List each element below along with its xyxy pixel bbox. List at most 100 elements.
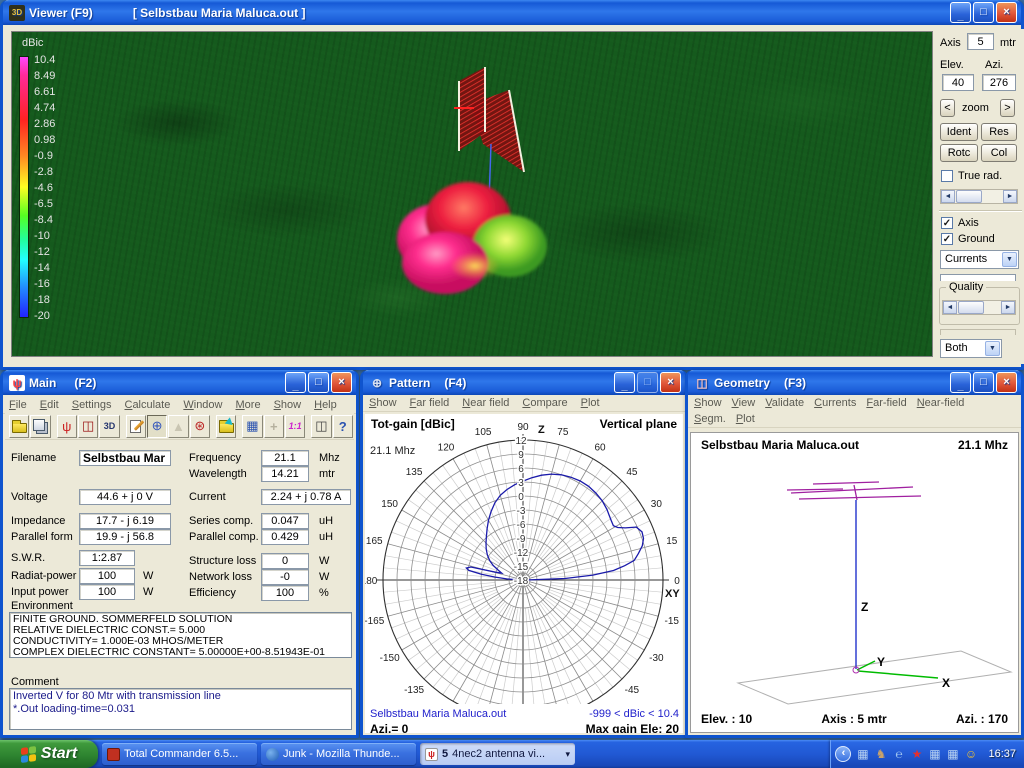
- tray-network-c-icon[interactable]: ▦: [945, 747, 960, 762]
- parallel-comp-field[interactable]: 0.429: [261, 529, 309, 545]
- start-button[interactable]: Start: [0, 740, 98, 768]
- menu-item-near-field[interactable]: Near field: [462, 397, 509, 409]
- pattern-window-button[interactable]: ⊕: [146, 414, 168, 438]
- viewer-3d-button[interactable]: 3D: [99, 414, 120, 438]
- radiat-power-field[interactable]: 100: [79, 568, 135, 584]
- zoom-out-button[interactable]: <: [940, 99, 955, 117]
- menu-item-plot[interactable]: Plot: [581, 397, 600, 409]
- task-4nec2[interactable]: ψ 5 4nec2 antenna vi... ▾: [420, 743, 575, 765]
- menu-item-validate[interactable]: Validate: [765, 397, 804, 409]
- close-button[interactable]: ×: [996, 372, 1017, 393]
- tray-browser-icon[interactable]: ℮: [891, 747, 906, 762]
- close-button[interactable]: ×: [660, 372, 681, 393]
- scroll-right-icon[interactable]: ►: [1003, 190, 1017, 203]
- generate-run-button[interactable]: [215, 414, 237, 438]
- maximize-button[interactable]: □: [973, 372, 994, 393]
- efficiency-field[interactable]: 100: [261, 585, 309, 601]
- elev-input[interactable]: [942, 74, 974, 91]
- scroll-thumb[interactable]: [958, 301, 984, 314]
- minimize-button[interactable]: _: [950, 372, 971, 393]
- menu-item-edit[interactable]: Edit: [40, 399, 59, 411]
- minimize-button[interactable]: _: [285, 372, 306, 393]
- maximize-button[interactable]: □: [973, 2, 994, 23]
- menu-item-near-field[interactable]: Near-field: [917, 397, 965, 409]
- wavelength-field[interactable]: 14.21: [261, 466, 309, 482]
- manual-book-button[interactable]: ◫: [311, 414, 332, 438]
- menu-item-show[interactable]: Show: [274, 399, 302, 411]
- menu-item-plot[interactable]: Plot: [736, 413, 755, 425]
- scale-1-1-button[interactable]: 1:1: [284, 414, 306, 438]
- chevron-down-icon[interactable]: ▾: [565, 749, 570, 760]
- true-rad-checkbox[interactable]: [941, 170, 953, 182]
- close-button[interactable]: ×: [331, 372, 352, 393]
- help-button[interactable]: ?: [332, 414, 353, 438]
- voltage-field[interactable]: 44.6 + j 0 V: [79, 489, 171, 505]
- calculator-button[interactable]: ▦: [242, 414, 263, 438]
- input-power-field[interactable]: 100: [79, 584, 135, 600]
- minimize-button[interactable]: _: [950, 2, 971, 23]
- far-field-button[interactable]: ▲: [168, 414, 189, 438]
- main-titlebar[interactable]: ψ Main (F2) _ □ ×: [3, 370, 356, 395]
- chevron-down-icon[interactable]: ▼: [1002, 252, 1017, 267]
- save-file-button[interactable]: [30, 414, 51, 438]
- menu-item-show[interactable]: Show: [369, 397, 397, 409]
- clipped-dropdown[interactable]: [940, 274, 1016, 281]
- tray-status-icon[interactable]: ☺: [963, 747, 978, 762]
- tray-network-b-icon[interactable]: ▦: [927, 747, 942, 762]
- s-w-r-field[interactable]: 1:2.87: [79, 550, 135, 566]
- task-thunderbird[interactable]: Junk - Mozilla Thunde...: [261, 743, 416, 765]
- tray-antivirus-icon[interactable]: ★: [909, 747, 924, 762]
- show-ground-checkbox[interactable]: ✓: [941, 233, 953, 245]
- filename-field[interactable]: Selbstbau Mar: [79, 450, 171, 466]
- res-button[interactable]: Res: [981, 123, 1017, 141]
- pattern-titlebar[interactable]: ⊕ Pattern (F4) _ □ ×: [363, 370, 685, 395]
- menu-item-window[interactable]: Window: [183, 399, 222, 411]
- impedance-field[interactable]: 17.7 - j 6.19: [79, 513, 171, 529]
- menu-item-currents[interactable]: Currents: [814, 397, 856, 409]
- menu-item-settings[interactable]: Settings: [72, 399, 112, 411]
- task-total-commander[interactable]: Total Commander 6.5...: [102, 743, 257, 765]
- maximize-button[interactable]: □: [637, 372, 658, 393]
- quality-scrollbar[interactable]: ◄ ►: [942, 300, 1016, 315]
- parallel-form-field[interactable]: 19.9 - j 56.8: [79, 529, 171, 545]
- geometry-canvas[interactable]: Selbstbau Maria Maluca.out 21.1 Mhz Z Y …: [690, 432, 1019, 733]
- open-file-button[interactable]: [9, 414, 30, 438]
- tray-emule-icon[interactable]: ♞: [873, 747, 888, 762]
- show-axis-checkbox[interactable]: ✓: [941, 217, 953, 229]
- menu-item-calculate[interactable]: Calculate: [124, 399, 170, 411]
- frequency-field[interactable]: 21.1: [261, 450, 309, 466]
- both-dropdown[interactable]: Both ▼: [940, 339, 1002, 358]
- menu-item-view[interactable]: View: [732, 397, 756, 409]
- axis-size-input[interactable]: [967, 33, 994, 50]
- menu-item-file[interactable]: File: [9, 399, 27, 411]
- scroll-thumb[interactable]: [956, 190, 982, 203]
- geometry-window-button[interactable]: ◫: [77, 414, 99, 438]
- viewer-titlebar[interactable]: 3D Viewer (F9) [ Selbstbau Maria Maluca.…: [3, 0, 1021, 25]
- current-field[interactable]: 2.24 + j 0.78 A: [261, 489, 351, 505]
- close-button[interactable]: ×: [996, 2, 1017, 23]
- maximize-button[interactable]: □: [308, 372, 329, 393]
- menu-item-segm[interactable]: Segm.: [694, 413, 726, 425]
- smith-chart-button[interactable]: ⊛: [189, 414, 210, 438]
- currents-dropdown[interactable]: Currents ▼: [940, 250, 1019, 269]
- menu-item-show[interactable]: Show: [694, 397, 722, 409]
- series-comp-field[interactable]: 0.047: [261, 513, 309, 529]
- viewer-3d-canvas[interactable]: dBic 10.4 8.49 6.61 4.74 2.86 0.98 -0.9 -2.8 -4.…: [11, 31, 933, 357]
- minimize-button[interactable]: _: [614, 372, 635, 393]
- scroll-right-icon[interactable]: ►: [1001, 301, 1015, 314]
- tray-chevron-icon[interactable]: ‹: [835, 746, 852, 762]
- edit-nec-button[interactable]: [125, 414, 146, 438]
- menu-item-far-field[interactable]: Far-field: [866, 397, 906, 409]
- ident-button[interactable]: Ident: [940, 123, 978, 141]
- scroll-left-icon[interactable]: ◄: [941, 190, 955, 203]
- geometry-titlebar[interactable]: ◫ Geometry (F3) _ □ ×: [688, 370, 1021, 395]
- tray-network-a-icon[interactable]: ▦: [855, 747, 870, 762]
- structure-loss-field[interactable]: 0: [261, 553, 309, 569]
- clock[interactable]: 16:37: [988, 748, 1016, 760]
- menu-item-compare[interactable]: Compare: [522, 397, 567, 409]
- azi-input[interactable]: [982, 74, 1016, 91]
- col-button[interactable]: Col: [981, 144, 1017, 162]
- nec-edit-button[interactable]: ψ: [56, 414, 77, 438]
- rotc-button[interactable]: Rotc: [940, 144, 978, 162]
- network-loss-field[interactable]: -0: [261, 569, 309, 585]
